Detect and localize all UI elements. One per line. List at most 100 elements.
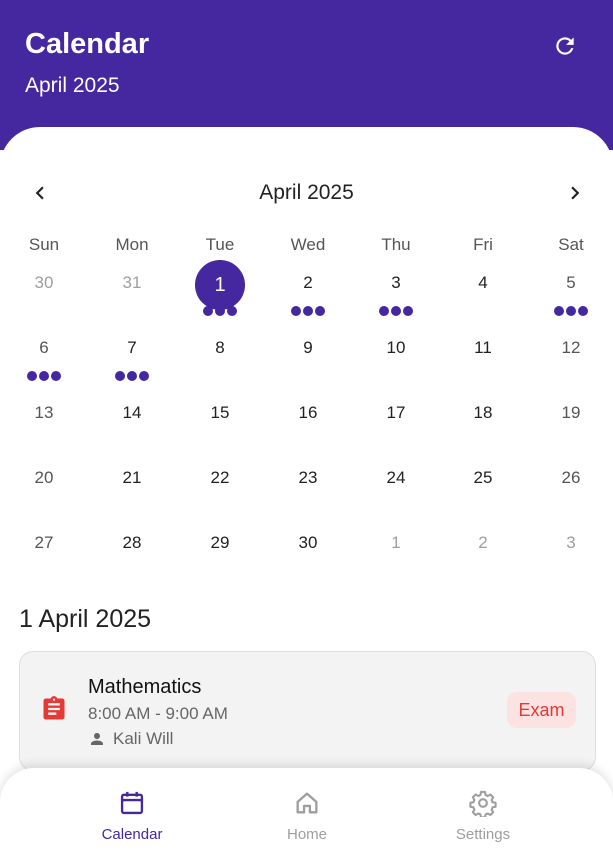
day-number: 2 [303,273,313,292]
calendar-day[interactable]: 23 [264,452,352,512]
calendar-day[interactable]: 24 [352,452,440,512]
calendar-day[interactable]: 18 [439,387,527,447]
calendar-day[interactable]: 25 [439,452,527,512]
event-dot [51,371,61,381]
calendar-day[interactable]: 2 [264,257,352,317]
event-indicator-dots [0,371,88,381]
event-card[interactable]: Mathematics 8:00 AM - 9:00 AM Kali Will … [19,651,596,771]
calendar-day[interactable]: 1 [176,257,264,317]
calendar-day[interactable]: 12 [527,322,613,382]
calendar-day[interactable]: 4 [439,257,527,317]
day-number: 20 [34,468,54,487]
day-number: 5 [566,273,576,292]
day-number: 16 [298,403,318,422]
day-number: 21 [122,468,142,487]
calendar-day[interactable]: 28 [88,517,176,577]
day-number: 24 [386,468,406,487]
calendar-day[interactable]: 19 [527,387,613,447]
calendar-day[interactable]: 22 [176,452,264,512]
weekday-label: Wed [290,235,326,254]
weekday-label: Thu [381,235,411,254]
refresh-button[interactable] [550,31,580,61]
event-type-badge: Exam [507,692,576,728]
event-dot [303,306,313,316]
calendar-day[interactable]: 21 [88,452,176,512]
day-number: 31 [122,273,142,292]
day-number: 18 [473,403,493,422]
app-root: Calendar April 2025 April 2025 Sun Mon T… [0,0,613,864]
calendar-day[interactable]: 2 [439,517,527,577]
weekday-label: Sun [28,235,60,254]
calendar-day[interactable]: 5 [527,257,613,317]
calendar-day[interactable]: 20 [0,452,88,512]
event-dot [127,371,137,381]
event-dot [379,306,389,316]
weekday-label: Sat [558,235,584,254]
chevron-right-icon [571,186,580,200]
calendar-day[interactable]: 11 [439,322,527,382]
calendar-day[interactable]: 14 [88,387,176,447]
day-number: 14 [122,403,142,422]
page-title: Calendar [25,28,150,60]
day-number: 26 [561,468,581,487]
day-number: 28 [122,533,142,552]
settings-icon [469,790,497,817]
event-dot [391,306,401,316]
nav-item-calendar[interactable]: Calendar [57,768,207,864]
day-number: 22 [210,468,230,487]
person-icon [91,733,103,745]
event-dot [403,306,413,316]
event-dot [566,306,576,316]
calendar-day[interactable]: 17 [352,387,440,447]
day-number: 11 [474,338,492,357]
nav-item-home[interactable]: Home [232,768,382,864]
event-dot [315,306,325,316]
page-subtitle: April 2025 [25,74,120,97]
clipboard-icon [43,696,65,720]
calendar-day[interactable]: 7 [88,322,176,382]
calendar-day[interactable]: 29 [176,517,264,577]
event-dot [291,306,301,316]
calendar-day[interactable]: 10 [352,322,440,382]
calendar-day[interactable]: 30 [264,517,352,577]
event-dot [203,306,213,316]
calendar-day[interactable]: 13 [0,387,88,447]
content-sheet: April 2025 Sun Mon Tue Wed Thu Fri Sat 3… [0,127,613,864]
calendar-day[interactable]: 6 [0,322,88,382]
weekday-header: Sun Mon Tue Wed Thu Fri Sat [0,235,613,255]
selected-date-heading: 1 April 2025 [19,605,152,633]
day-number: 29 [210,533,230,552]
event-dot [554,306,564,316]
day-number: 15 [210,403,230,422]
day-number: 13 [34,403,54,422]
calendar-day[interactable]: 27 [0,517,88,577]
day-number: 30 [298,533,318,552]
event-indicator-dots [176,306,264,316]
day-number: 30 [34,273,54,292]
event-dot [578,306,588,316]
day-number: 3 [391,273,401,292]
calendar-icon [120,791,144,815]
event-indicator-dots [352,306,440,316]
nav-label-home: Home [286,826,327,843]
day-number: 23 [298,468,318,487]
nav-label-settings: Settings [455,826,511,843]
calendar-day[interactable]: 15 [176,387,264,447]
calendar-day[interactable]: 3 [527,517,613,577]
calendar-day[interactable]: 30 [0,257,88,317]
refresh-icon [556,37,574,55]
home-icon [296,792,318,814]
calendar-day[interactable]: 3 [352,257,440,317]
next-month-button[interactable] [561,179,589,207]
day-number: 6 [39,338,49,357]
calendar-day[interactable]: 16 [264,387,352,447]
nav-item-settings[interactable]: Settings [408,768,558,864]
day-number: 1 [391,533,401,552]
calendar-day[interactable]: 8 [176,322,264,382]
calendar-day[interactable]: 1 [352,517,440,577]
calendar-day[interactable]: 26 [527,452,613,512]
calendar-day[interactable]: 31 [88,257,176,317]
day-number: 12 [561,338,581,357]
calendar-day[interactable]: 9 [264,322,352,382]
event-dot [115,371,125,381]
